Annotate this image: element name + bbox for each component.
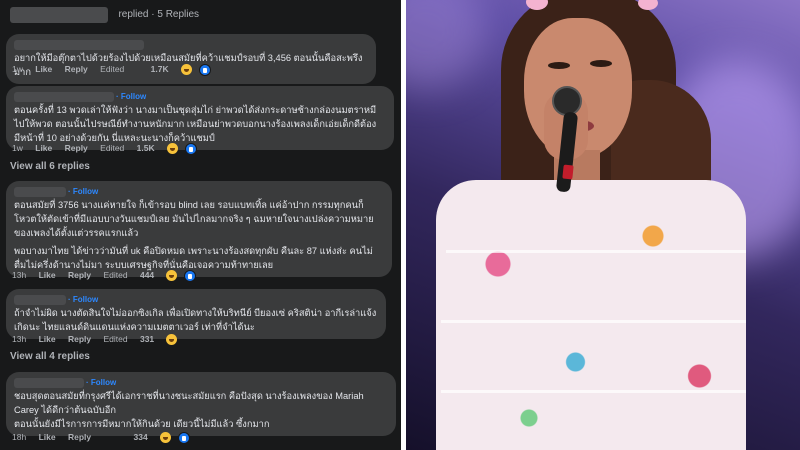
- view-all-replies[interactable]: View all 6 replies: [10, 161, 90, 172]
- reply-link[interactable]: Reply: [68, 432, 91, 442]
- view-all-replies[interactable]: View all 4 replies: [10, 351, 90, 362]
- redacted-username: [10, 6, 108, 23]
- like-icon: [184, 269, 197, 282]
- comment-actions: 1w Like Reply Edited 1.7K: [12, 62, 221, 76]
- comment-bubble: · Follow ตอนสมัยที่ 3756 นางแค่หายใจ ก็เ…: [6, 181, 392, 277]
- comment-text: ตอนสมัยที่ 3756 นางแค่หายใจ ก็เข้ารอบ bl…: [14, 200, 374, 238]
- reaction-count[interactable]: 334: [133, 432, 147, 442]
- redacted-username: [14, 294, 66, 305]
- replies-summary[interactable]: replied · 5 Replies: [118, 9, 199, 20]
- redacted-username: [14, 91, 114, 102]
- like-icon: [198, 63, 211, 76]
- like-link[interactable]: Like: [35, 64, 52, 74]
- haha-emoji-icon: [166, 334, 178, 346]
- haha-emoji-icon: [166, 143, 178, 155]
- comment-text: ชอบสุดตอนสมัยที่กรุงศรีได้เอกราชที่นางชน…: [14, 391, 364, 415]
- eye: [590, 60, 612, 67]
- reply-link[interactable]: Reply: [68, 270, 91, 280]
- dress-ruffle: [446, 250, 746, 253]
- eye: [548, 62, 570, 69]
- haha-emoji-icon: [159, 432, 171, 444]
- edited-label: Edited: [100, 143, 125, 153]
- edited-label: Edited: [103, 334, 128, 344]
- stage-light: [406, 0, 486, 90]
- dress-ruffle: [441, 320, 746, 323]
- follow-link[interactable]: · Follow: [86, 378, 116, 387]
- comment-time[interactable]: 1w: [12, 64, 23, 74]
- comment-time[interactable]: 1w: [12, 143, 23, 153]
- reply-link[interactable]: Reply: [68, 334, 91, 344]
- comment-time[interactable]: 13h: [12, 270, 26, 280]
- comment-actions: 18h Like Reply 334: [12, 430, 200, 444]
- floral-dress: [436, 180, 746, 450]
- comments-panel: replied · 5 Replies อยากให้มีอตุ๊กตาไปด้…: [0, 0, 401, 450]
- like-icon: [184, 142, 197, 155]
- haha-emoji-icon: [180, 64, 192, 76]
- redacted-username: [14, 377, 84, 388]
- reply-header-row: replied · 5 Replies: [10, 6, 199, 23]
- like-link[interactable]: Like: [39, 432, 56, 442]
- comment-text-continued: ตอนนั้นยังมีไรการการมีหมากให้กินด้วย เดี…: [14, 419, 270, 429]
- comment-text: ถ้าจำไม่ผิด นางตัดสินใจไม่ออกซิงเกิล เพื…: [14, 308, 377, 332]
- reply-link[interactable]: Reply: [65, 64, 88, 74]
- comment-actions: 13h Like Reply Edited 331: [12, 332, 187, 346]
- dress-ruffle: [441, 390, 746, 393]
- edited-label: Edited: [100, 64, 125, 74]
- comment-time[interactable]: 13h: [12, 334, 26, 344]
- like-link[interactable]: Like: [35, 143, 52, 153]
- comment-time[interactable]: 18h: [12, 432, 26, 442]
- reaction-count[interactable]: 1.7K: [151, 64, 169, 74]
- singer-photo: [406, 0, 800, 450]
- comment-actions: 13h Like Reply Edited 444: [12, 268, 206, 282]
- redacted-username: [14, 186, 66, 197]
- reaction-count[interactable]: 331: [140, 334, 154, 344]
- like-link[interactable]: Like: [39, 334, 56, 344]
- like-link[interactable]: Like: [39, 270, 56, 280]
- follow-link[interactable]: · Follow: [68, 187, 98, 196]
- like-icon: [177, 431, 190, 444]
- follow-link[interactable]: · Follow: [68, 295, 98, 304]
- reply-link[interactable]: Reply: [65, 143, 88, 153]
- reaction-count[interactable]: 1.5K: [137, 143, 155, 153]
- comment-bubble: · Follow ชอบสุดตอนสมัยที่กรุงศรีได้เอกรา…: [6, 372, 396, 436]
- flower-headpiece: [638, 0, 658, 10]
- microphone-band: [562, 164, 574, 180]
- redacted-username: [14, 39, 144, 50]
- comment-actions: 1w Like Reply Edited 1.5K: [12, 141, 207, 155]
- comment-bubble: อยากให้มีอตุ๊กตาไปด้วยร้องไปด้วยเหมือนสม…: [6, 34, 376, 84]
- haha-emoji-icon: [166, 270, 178, 282]
- reaction-count[interactable]: 444: [140, 270, 154, 280]
- comment-text: ตอนครั้งที่ 13 พวดเล่าให้ฟังว่า นางมาเป็…: [14, 105, 377, 143]
- edited-label: Edited: [103, 270, 128, 280]
- follow-link[interactable]: · Follow: [116, 92, 146, 101]
